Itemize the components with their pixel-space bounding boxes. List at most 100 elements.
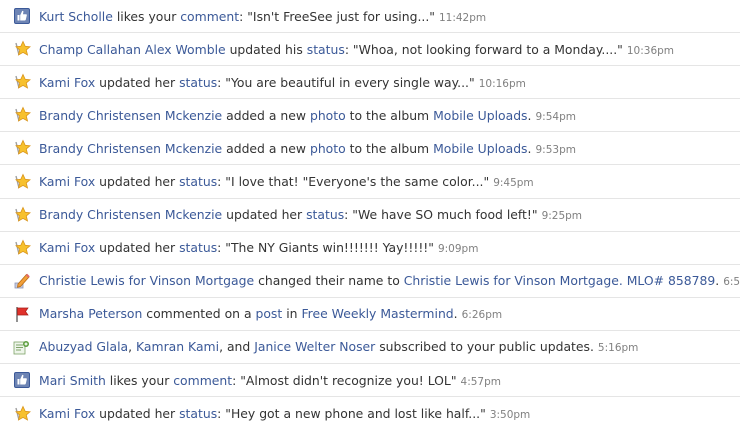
notification-text-segment: . bbox=[527, 140, 532, 156]
notification-link[interactable]: Janice Welter Noser bbox=[254, 339, 375, 354]
timestamp: 6:26pm bbox=[461, 309, 503, 322]
thumbs-up-icon bbox=[12, 370, 32, 390]
timestamp: 9:09pm bbox=[437, 243, 479, 256]
notification-text-segment: updated his bbox=[225, 41, 307, 57]
notification-text: Brandy Christensen Mckenzie updated her … bbox=[39, 207, 582, 222]
notification-text: Kami Fox updated her status: "The NY Gia… bbox=[39, 240, 478, 255]
notification-item[interactable]: Mari Smith likes your comment: "Almost d… bbox=[0, 364, 740, 398]
star-icon bbox=[12, 105, 32, 125]
flag-icon bbox=[12, 304, 32, 324]
notification-link[interactable]: Brandy Christensen Mckenzie bbox=[39, 108, 222, 123]
notification-text-segment: to the album bbox=[345, 107, 434, 123]
notification-item[interactable]: Marsha Peterson commented on a post in F… bbox=[0, 298, 740, 331]
notification-item[interactable]: Kami Fox updated her status: "You are be… bbox=[0, 66, 740, 100]
notification-item[interactable]: Abuzyad Glala, Kamran Kami, and Janice W… bbox=[0, 331, 740, 365]
pencil-icon bbox=[12, 271, 32, 291]
notification-item[interactable]: Kami Fox updated her status: "The NY Gia… bbox=[0, 232, 740, 265]
timestamp: 6:53pm bbox=[723, 276, 740, 289]
notification-text-segment: subscribed to your public updates. bbox=[375, 339, 594, 355]
notification-text: Marsha Peterson commented on a post in F… bbox=[39, 306, 502, 321]
notification-text-segment: commented on a bbox=[142, 306, 256, 322]
notification-link[interactable]: status bbox=[179, 174, 217, 189]
notification-item[interactable]: Champ Callahan Alex Womble updated his s… bbox=[0, 33, 740, 67]
notification-text-segment: : "Isn't FreeSee just for using..." bbox=[239, 8, 435, 24]
notification-text: Brandy Christensen Mckenzie added a new … bbox=[39, 108, 576, 123]
notification-link[interactable]: status bbox=[307, 42, 345, 57]
star-icon bbox=[12, 238, 32, 258]
timestamp: 10:16pm bbox=[478, 77, 526, 90]
notification-text-segment: changed their name to bbox=[254, 273, 404, 289]
notification-text: Kami Fox updated her status: "You are be… bbox=[39, 75, 526, 90]
notification-link[interactable]: Mobile Uploads bbox=[433, 141, 527, 156]
notification-item[interactable]: Kami Fox updated her status: "Hey got a … bbox=[0, 397, 740, 430]
notification-link[interactable]: Kamran Kami bbox=[136, 339, 219, 354]
notification-text: Christie Lewis for Vinson Mortgage chang… bbox=[39, 273, 740, 288]
notification-link[interactable]: Mobile Uploads bbox=[433, 108, 527, 123]
notification-link[interactable]: comment bbox=[180, 9, 239, 24]
notification-link[interactable]: Mari Smith bbox=[39, 373, 106, 388]
notification-text-segment: : "Whoa, not looking forward to a Monday… bbox=[344, 41, 623, 57]
notification-link[interactable]: Free Weekly Mastermind bbox=[301, 306, 453, 321]
timestamp: 10:36pm bbox=[626, 44, 675, 57]
notification-text-segment: : "We have SO much food left!" bbox=[344, 207, 538, 223]
notification-text: Kami Fox updated her status: "I love tha… bbox=[39, 174, 534, 189]
notification-link[interactable]: Kami Fox bbox=[39, 174, 95, 189]
notification-text-segment: in bbox=[282, 306, 302, 322]
timestamp: 11:42pm bbox=[438, 11, 487, 24]
timestamp: 3:50pm bbox=[489, 409, 531, 422]
notification-text-segment: , and bbox=[219, 339, 255, 355]
notification-text-segment: likes your bbox=[112, 8, 181, 24]
timestamp: 9:54pm bbox=[535, 110, 576, 123]
notification-item[interactable]: Brandy Christensen Mckenzie added a new … bbox=[0, 132, 740, 166]
notification-link[interactable]: Christie Lewis for Vinson Mortgage bbox=[39, 273, 254, 288]
notification-text-segment: : "I love that! "Everyone's the same col… bbox=[217, 174, 490, 190]
notification-text-segment: likes your bbox=[105, 372, 174, 388]
notification-text-segment: . bbox=[527, 107, 532, 123]
star-icon bbox=[12, 39, 32, 59]
notification-item[interactable]: Christie Lewis for Vinson Mortgage chang… bbox=[0, 265, 740, 298]
notifications-list: Kurt Scholle likes your comment: "Isn't … bbox=[0, 0, 740, 430]
subscribe-icon bbox=[12, 337, 32, 357]
timestamp: 9:45pm bbox=[493, 177, 534, 190]
notification-link[interactable]: status bbox=[179, 75, 217, 90]
notification-link[interactable]: Kurt Scholle bbox=[39, 9, 113, 24]
thumbs-up-icon bbox=[12, 6, 32, 26]
notification-item[interactable]: Kurt Scholle likes your comment: "Isn't … bbox=[0, 0, 740, 34]
notification-text-segment: : "The NY Giants win!!!!!!! Yay!!!!!" bbox=[217, 240, 434, 256]
notification-link[interactable]: comment bbox=[173, 373, 232, 388]
notification-text-segment: updated her bbox=[95, 406, 180, 422]
notification-text: Mari Smith likes your comment: "Almost d… bbox=[39, 373, 501, 388]
notification-link[interactable]: Marsha Peterson bbox=[39, 306, 142, 321]
notification-text: Kami Fox updated her status: "Hey got a … bbox=[39, 406, 530, 421]
notification-link[interactable]: photo bbox=[310, 141, 346, 156]
notification-text: Abuzyad Glala, Kamran Kami, and Janice W… bbox=[39, 339, 638, 354]
notification-text-segment: updated her bbox=[95, 74, 180, 90]
notification-link[interactable]: Brandy Christensen Mckenzie bbox=[39, 141, 222, 156]
star-icon bbox=[12, 205, 32, 225]
notification-item[interactable]: Kami Fox updated her status: "I love tha… bbox=[0, 165, 740, 199]
notification-text: Brandy Christensen Mckenzie added a new … bbox=[39, 141, 576, 156]
notification-text-segment: updated her bbox=[95, 240, 180, 256]
timestamp: 9:53pm bbox=[535, 143, 576, 156]
notification-link[interactable]: Abuzyad Glala bbox=[39, 339, 128, 354]
timestamp: 4:57pm bbox=[460, 375, 502, 388]
notification-text-segment: to the album bbox=[345, 140, 434, 156]
notification-link[interactable]: Champ Callahan Alex Womble bbox=[39, 42, 226, 57]
notification-item[interactable]: Brandy Christensen Mckenzie updated her … bbox=[0, 199, 740, 232]
timestamp: 9:25pm bbox=[541, 210, 583, 223]
notification-link[interactable]: Christie Lewis for Vinson Mortgage. MLO#… bbox=[404, 273, 716, 288]
notification-link[interactable]: status bbox=[179, 240, 217, 255]
notification-link[interactable]: Kami Fox bbox=[39, 240, 95, 255]
notification-link[interactable]: Brandy Christensen Mckenzie bbox=[39, 207, 222, 222]
notification-link[interactable]: status bbox=[306, 207, 344, 222]
star-icon bbox=[12, 172, 32, 192]
notification-text-segment: , bbox=[128, 339, 136, 355]
notification-link[interactable]: photo bbox=[310, 108, 346, 123]
notification-text-segment: . bbox=[453, 306, 458, 322]
notification-link[interactable]: status bbox=[179, 406, 217, 421]
notification-link[interactable]: Kami Fox bbox=[39, 406, 95, 421]
star-icon bbox=[12, 404, 32, 424]
notification-link[interactable]: post bbox=[255, 306, 282, 321]
notification-item[interactable]: Brandy Christensen Mckenzie added a new … bbox=[0, 99, 740, 133]
notification-link[interactable]: Kami Fox bbox=[39, 75, 95, 90]
